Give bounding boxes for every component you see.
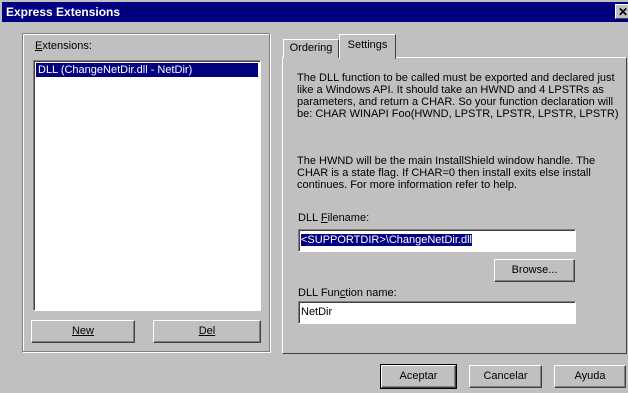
tab-settings-label: Settings (347, 39, 388, 51)
cancel-button[interactable]: Cancelar (469, 365, 542, 388)
title-bar[interactable]: Express Extensions ✕ (2, 2, 628, 22)
close-icon: ✕ (617, 5, 628, 19)
description-text-2: The HWND will be the main InstallShield … (297, 155, 596, 191)
function-name-input[interactable]: NetDir (298, 301, 576, 324)
new-button-label: New (71, 325, 94, 337)
window-title: Express Extensions (6, 5, 121, 19)
cancel-button-label: Cancelar (483, 370, 528, 382)
close-button[interactable]: ✕ (615, 4, 628, 19)
function-name-value: NetDir (301, 306, 333, 318)
dll-filename-label: DLL Filename: (298, 212, 370, 224)
tab-settings[interactable]: Settings (339, 34, 396, 59)
express-extensions-dialog: Express Extensions ✕ Extensions: DLL (Ch… (0, 0, 628, 393)
help-button-label: Ayuda (574, 370, 606, 382)
del-button-label: Del (198, 325, 216, 337)
help-button[interactable]: Ayuda (554, 365, 626, 388)
del-button[interactable]: Del (153, 320, 261, 343)
tab-ordering-label: Ordering (289, 42, 333, 54)
dll-filename-input[interactable]: <SUPPORTDIR>\ChangeNetDir.dll (298, 229, 576, 252)
extension-item-selected[interactable]: DLL (ChangeNetDir.dll - NetDir) (36, 63, 258, 77)
tab-ordering[interactable]: Ordering (283, 39, 339, 58)
description-text-1: The DLL function to be called must be ex… (297, 72, 619, 120)
new-button[interactable]: New (31, 320, 135, 343)
extensions-label: Extensions: (35, 40, 92, 52)
browse-button[interactable]: Browse... (494, 259, 575, 282)
function-name-label: DLL Function name: (298, 287, 397, 299)
browse-button-label: Browse... (511, 264, 558, 276)
extensions-list[interactable]: DLL (ChangeNetDir.dll - NetDir) (33, 60, 261, 311)
ok-button[interactable]: Aceptar (380, 364, 457, 389)
dll-filename-value: <SUPPORTDIR>\ChangeNetDir.dll (301, 234, 472, 246)
ok-button-label: Aceptar (399, 370, 438, 382)
